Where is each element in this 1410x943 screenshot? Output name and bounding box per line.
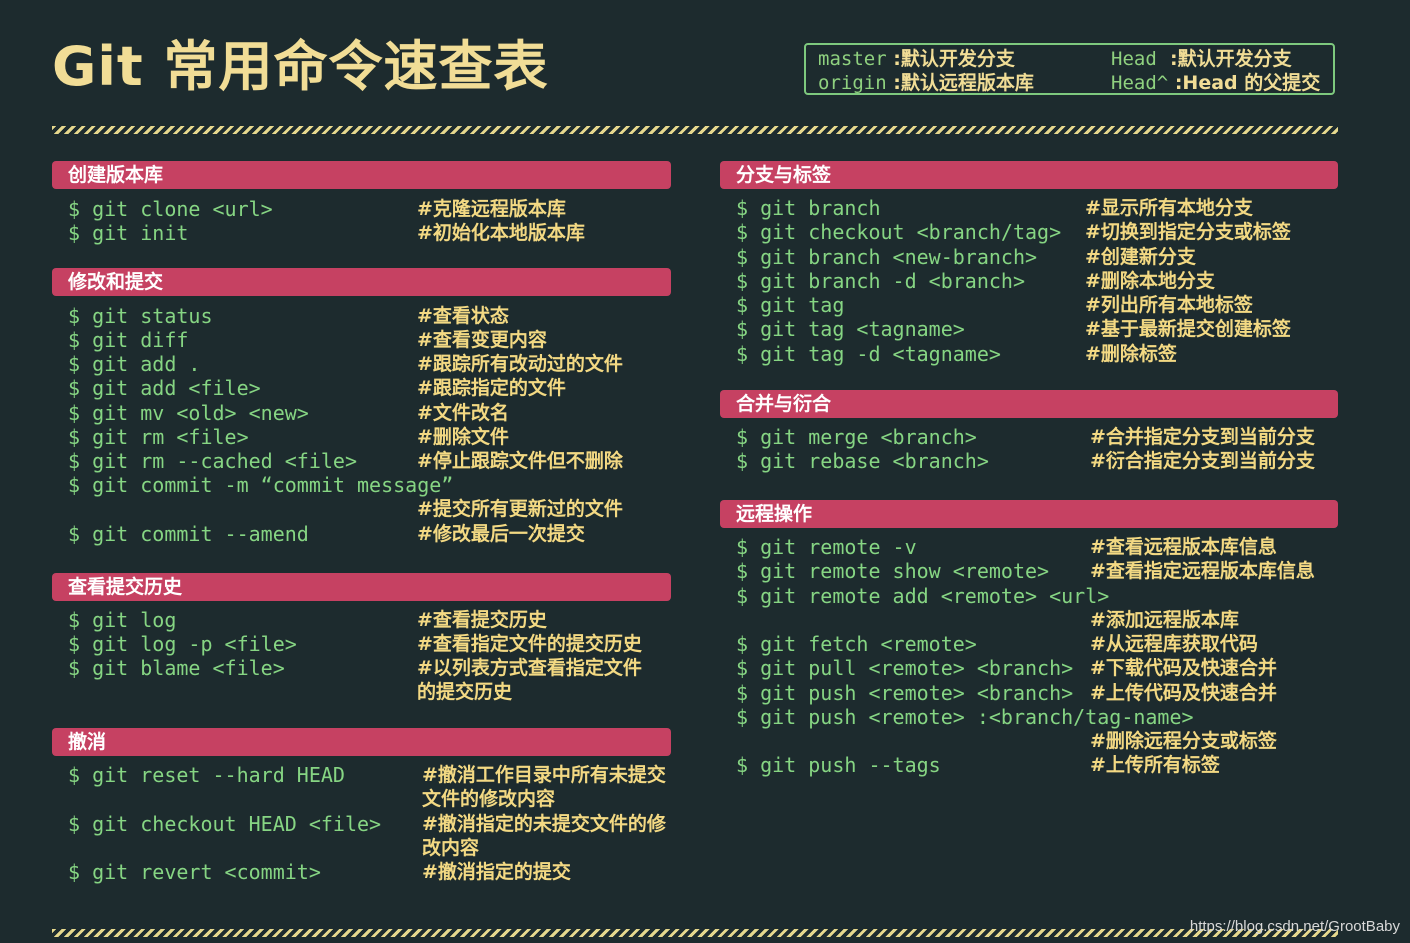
- command-line: $ git push --tags: [736, 753, 941, 777]
- command-comment: #初始化本地版本库: [417, 222, 585, 244]
- command-line: $ git remote -v: [736, 535, 917, 559]
- legend-item-head: Head :默认开发分支: [1111, 48, 1292, 70]
- command-line: $ git revert <commit>: [68, 860, 321, 884]
- command-comment: #查看提交历史: [417, 609, 547, 631]
- command-line: $ git blame <file>: [68, 656, 285, 680]
- command-comment: 的提交历史: [417, 681, 513, 703]
- watermark-url: https://blog.csdn.net/GrootBaby: [1189, 918, 1400, 935]
- command-comment: #查看远程版本库信息: [1090, 536, 1277, 558]
- command-line: $ git rebase <branch>: [736, 449, 989, 473]
- command-line: $ git log -p <file>: [68, 632, 297, 656]
- legend-key: origin: [818, 72, 887, 94]
- command-line: $ git push <remote> :<branch/tag-name>: [736, 705, 1194, 729]
- command-line: $ git rm --cached <file>: [68, 449, 357, 473]
- command-comment: #撤消工作目录中所有未提交: [422, 764, 666, 786]
- command-comment: #查看变更内容: [417, 329, 547, 351]
- command-comment: #查看指定远程版本库信息: [1090, 560, 1315, 582]
- command-line: $ git clone <url>: [68, 197, 273, 221]
- command-line: $ git reset --hard HEAD: [68, 763, 345, 787]
- command-line: $ git checkout HEAD <file>: [68, 812, 382, 836]
- command-comment: #上传所有标签: [1090, 754, 1220, 776]
- command-comment: #列出所有本地标签: [1085, 294, 1253, 316]
- command-line: $ git rm <file>: [68, 425, 249, 449]
- command-comment: #下载代码及快速合并: [1090, 657, 1277, 679]
- command-comment: #修改最后一次提交: [417, 523, 585, 545]
- legend-item-head-parent: Head^ :Head 的父提交: [1111, 72, 1321, 94]
- legend-box: master :默认开发分支 origin :默认远程版本库 Head :默认开…: [804, 43, 1335, 95]
- legend-desc: Head 的父提交: [1182, 72, 1321, 94]
- command-comment: #文件改名: [417, 402, 509, 424]
- command-line: $ git tag <tagname>: [736, 317, 965, 341]
- command-comment: #查看指定文件的提交历史: [417, 633, 642, 655]
- command-comment: #以列表方式查看指定文件: [417, 657, 642, 679]
- legend-key: Head^: [1111, 72, 1169, 94]
- section-header-create: 创建版本库: [52, 161, 671, 189]
- command-comment: #查看状态: [417, 305, 509, 327]
- command-line: $ git tag -d <tagname>: [736, 342, 1001, 366]
- section-header-merge: 合并与衍合: [720, 390, 1338, 418]
- legend-key: Head: [1111, 48, 1157, 70]
- command-comment: #删除远程分支或标签: [1090, 730, 1277, 752]
- command-comment: #撤消指定的未提交文件的修: [422, 813, 666, 835]
- command-comment: #基于最新提交创建标签: [1085, 318, 1291, 340]
- command-comment: #从远程库获取代码: [1090, 633, 1258, 655]
- legend-item-master: master :默认开发分支: [818, 48, 1015, 70]
- command-comment: #提交所有更新过的文件: [417, 498, 623, 520]
- command-comment: #创建新分支: [1085, 246, 1196, 268]
- command-line: $ git log: [68, 608, 177, 632]
- legend-desc: 默认开发分支: [1177, 48, 1292, 70]
- command-line: $ git mv <old> <new>: [68, 401, 309, 425]
- command-comment: #显示所有本地分支: [1085, 197, 1253, 219]
- command-line: $ git pull <remote> <branch>: [736, 656, 1074, 680]
- command-comment: #删除文件: [417, 426, 509, 448]
- section-header-remote: 远程操作: [720, 500, 1338, 528]
- legend-key: master: [818, 48, 887, 70]
- command-line: $ git remote show <remote>: [736, 559, 1050, 583]
- command-line: $ git branch <new-branch>: [736, 245, 1038, 269]
- section-header-modify: 修改和提交: [52, 268, 671, 296]
- section-header-branch: 分支与标签: [720, 161, 1338, 189]
- command-line: $ git push <remote> <branch>: [736, 681, 1074, 705]
- command-comment: #克隆远程版本库: [417, 198, 566, 220]
- command-comment: 文件的修改内容: [422, 788, 556, 810]
- command-line: $ git remote add <remote> <url>: [736, 584, 1110, 608]
- top-divider: [52, 126, 1338, 134]
- command-comment: #停止跟踪文件但不删除: [417, 450, 623, 472]
- command-comment: #上传代码及快速合并: [1090, 682, 1277, 704]
- section-header-history: 查看提交历史: [52, 573, 671, 601]
- command-comment: 改内容: [422, 837, 480, 859]
- command-comment: #跟踪指定的文件: [417, 377, 566, 399]
- command-line: $ git merge <branch>: [736, 425, 977, 449]
- command-line: $ git add .: [68, 352, 201, 376]
- command-comment: #跟踪所有改动过的文件: [417, 353, 623, 375]
- legend-desc: 默认远程版本库: [900, 72, 1034, 94]
- command-comment: #撤消指定的提交: [422, 861, 571, 883]
- command-line: $ git commit -m “commit message”: [68, 473, 454, 497]
- command-comment: #添加远程版本库: [1090, 609, 1239, 631]
- command-line: $ git init: [68, 221, 189, 245]
- command-line: $ git checkout <branch/tag>: [736, 220, 1062, 244]
- legend-item-origin: origin :默认远程版本库: [818, 72, 1034, 94]
- command-comment: #衍合指定分支到当前分支: [1090, 450, 1315, 472]
- section-header-undo: 撤消: [52, 728, 671, 756]
- command-line: $ git branch -d <branch>: [736, 269, 1025, 293]
- bottom-divider: [52, 929, 1338, 937]
- command-comment: #删除本地分支: [1085, 270, 1215, 292]
- command-line: $ git commit --amend: [68, 522, 309, 546]
- command-line: $ git branch: [736, 196, 881, 220]
- command-line: $ git tag: [736, 293, 845, 317]
- page-title: Git 常用命令速查表: [52, 35, 549, 98]
- command-line: $ git add <file>: [68, 376, 261, 400]
- legend-desc: 默认开发分支: [900, 48, 1015, 70]
- command-comment: #删除标签: [1085, 343, 1177, 365]
- command-comment: #切换到指定分支或标签: [1085, 221, 1291, 243]
- command-comment: #合并指定分支到当前分支: [1090, 426, 1315, 448]
- command-line: $ git status: [68, 304, 213, 328]
- command-line: $ git fetch <remote>: [736, 632, 977, 656]
- command-line: $ git diff: [68, 328, 189, 352]
